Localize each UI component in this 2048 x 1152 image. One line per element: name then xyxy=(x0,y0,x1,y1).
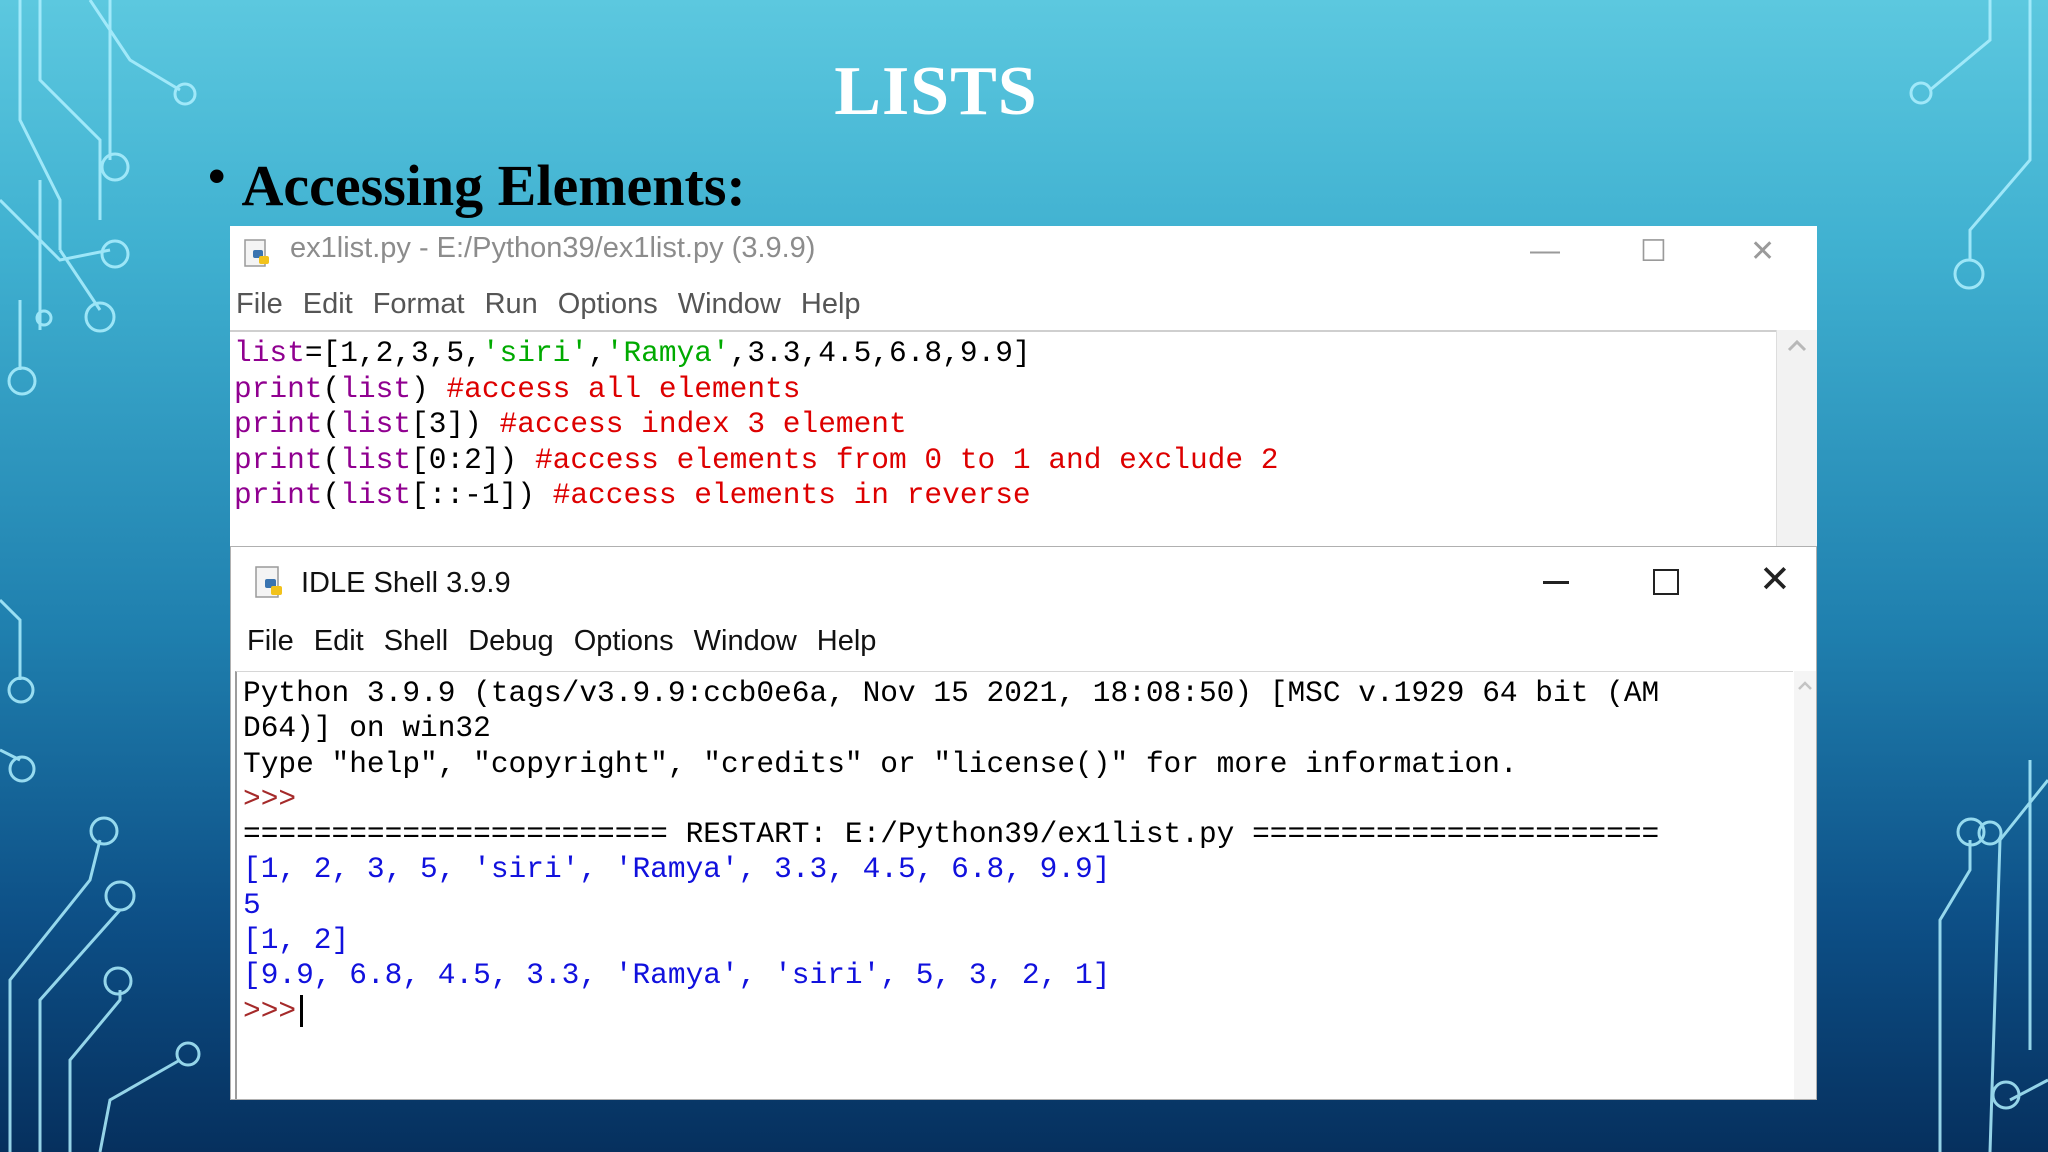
code-token: [0:2]) xyxy=(411,442,535,477)
menu-run[interactable]: Run xyxy=(485,288,538,321)
bullet-heading: • Accessing Elements: xyxy=(208,148,746,219)
menu-options[interactable]: Options xyxy=(574,625,674,658)
maximize-button[interactable]: ☐ xyxy=(1640,234,1667,269)
code-token: 'siri' xyxy=(481,336,589,370)
code-token: list xyxy=(340,407,412,441)
scroll-up-icon[interactable] xyxy=(1794,671,1816,701)
menu-options[interactable]: Options xyxy=(558,288,658,321)
shell-menubar: File Edit Shell Debug Options Window Hel… xyxy=(247,625,876,658)
close-button[interactable]: ✕ xyxy=(1750,234,1775,269)
scroll-up-icon[interactable] xyxy=(1777,330,1817,360)
banner-line: Type "help", "copyright", "credits" or "… xyxy=(243,746,1518,781)
code-token: ,3.3,4.5,6.8,9.9] xyxy=(729,336,1031,370)
code-token: 'Ramya' xyxy=(605,336,730,370)
python-file-icon xyxy=(244,239,269,267)
editor-title: ex1list.py - E:/Python39/ex1list.py (3.9… xyxy=(290,232,816,264)
code-token: print xyxy=(234,407,323,441)
editor-text-area[interactable]: list=[1,2,3,5,'siri','Ramya',3.3,4.5,6.8… xyxy=(230,330,1776,546)
code-token: ( xyxy=(322,371,341,406)
output-line: [1, 2] xyxy=(243,923,350,958)
code-comment: #access elements from 0 to 1 and exclude… xyxy=(534,442,1279,477)
editor-titlebar[interactable]: ex1list.py - E:/Python39/ex1list.py (3.9… xyxy=(230,226,1817,282)
shell-window: IDLE Shell 3.9.9 ✕ File Edit Shell Debug… xyxy=(230,546,1817,1100)
close-button[interactable]: ✕ xyxy=(1759,557,1791,602)
code-comment: #access index 3 element xyxy=(499,407,907,441)
output-line: [9.9, 6.8, 4.5, 3.3, 'Ramya', 'siri', 5,… xyxy=(243,958,1111,993)
banner-line: Python 3.9.9 (tags/v3.9.9:ccb0e6a, Nov 1… xyxy=(243,676,1660,710)
code-token: print xyxy=(234,371,323,406)
menu-file[interactable]: File xyxy=(247,625,294,658)
code-token: print xyxy=(234,478,323,512)
shell-prompt: >>> xyxy=(243,993,297,1028)
menu-edit[interactable]: Edit xyxy=(314,625,364,658)
code-token: list xyxy=(340,371,412,406)
restart-line: ======================== RESTART: E:/Pyt… xyxy=(243,817,1660,852)
code-token: [3]) xyxy=(411,407,500,441)
code-token: , xyxy=(588,336,606,370)
output-line: 5 xyxy=(243,887,261,922)
code-token: ( xyxy=(322,442,341,477)
code-block: list=[1,2,3,5,'siri','Ramya',3.3,4.5,6.8… xyxy=(234,336,1776,514)
text-cursor xyxy=(300,994,304,1027)
banner-line: D64)] on win32 xyxy=(243,711,491,746)
slide-title: LISTS xyxy=(834,53,1038,130)
shell-output: Python 3.9.9 (tags/v3.9.9:ccb0e6a, Nov 1… xyxy=(243,676,1793,1029)
bullet-dot-icon: • xyxy=(208,147,226,204)
shell-text-area[interactable]: Python 3.9.9 (tags/v3.9.9:ccb0e6a, Nov 1… xyxy=(235,671,1793,1099)
menu-help[interactable]: Help xyxy=(817,625,877,658)
menu-help[interactable]: Help xyxy=(801,288,861,321)
maximize-button[interactable] xyxy=(1653,569,1679,595)
bullet-text: Accessing Elements: xyxy=(241,153,746,218)
menu-shell[interactable]: Shell xyxy=(384,625,449,658)
minimize-button[interactable] xyxy=(1543,581,1569,584)
code-token: ( xyxy=(322,407,341,441)
shell-title: IDLE Shell 3.9.9 xyxy=(301,567,511,599)
editor-window: ex1list.py - E:/Python39/ex1list.py (3.9… xyxy=(230,226,1817,546)
code-comment: #access all elements xyxy=(446,371,801,406)
python-shell-icon xyxy=(255,566,282,598)
code-token: list xyxy=(340,442,412,477)
menu-edit[interactable]: Edit xyxy=(303,288,353,321)
code-token: =[1,2,3,5, xyxy=(304,336,482,370)
menu-format[interactable]: Format xyxy=(373,288,465,321)
shell-scrollbar[interactable] xyxy=(1794,671,1816,1099)
code-token: ( xyxy=(322,478,341,512)
code-token: list xyxy=(234,336,305,370)
code-token: print xyxy=(234,442,323,477)
menu-window[interactable]: Window xyxy=(694,625,797,658)
output-line: [1, 2, 3, 5, 'siri', 'Ramya', 3.3, 4.5, … xyxy=(243,852,1111,887)
editor-menubar: File Edit Format Run Options Window Help xyxy=(236,288,861,321)
shell-prompt: >>> xyxy=(243,781,297,816)
editor-scrollbar[interactable] xyxy=(1776,330,1817,546)
code-token: [::-1]) xyxy=(411,478,553,512)
menu-window[interactable]: Window xyxy=(678,288,781,321)
code-comment: #access elements in reverse xyxy=(552,478,1031,512)
code-token: ) xyxy=(411,371,447,406)
code-token: list xyxy=(340,478,412,512)
menu-file[interactable]: File xyxy=(236,288,283,321)
minimize-button[interactable]: — xyxy=(1530,234,1560,268)
menu-debug[interactable]: Debug xyxy=(468,625,553,658)
